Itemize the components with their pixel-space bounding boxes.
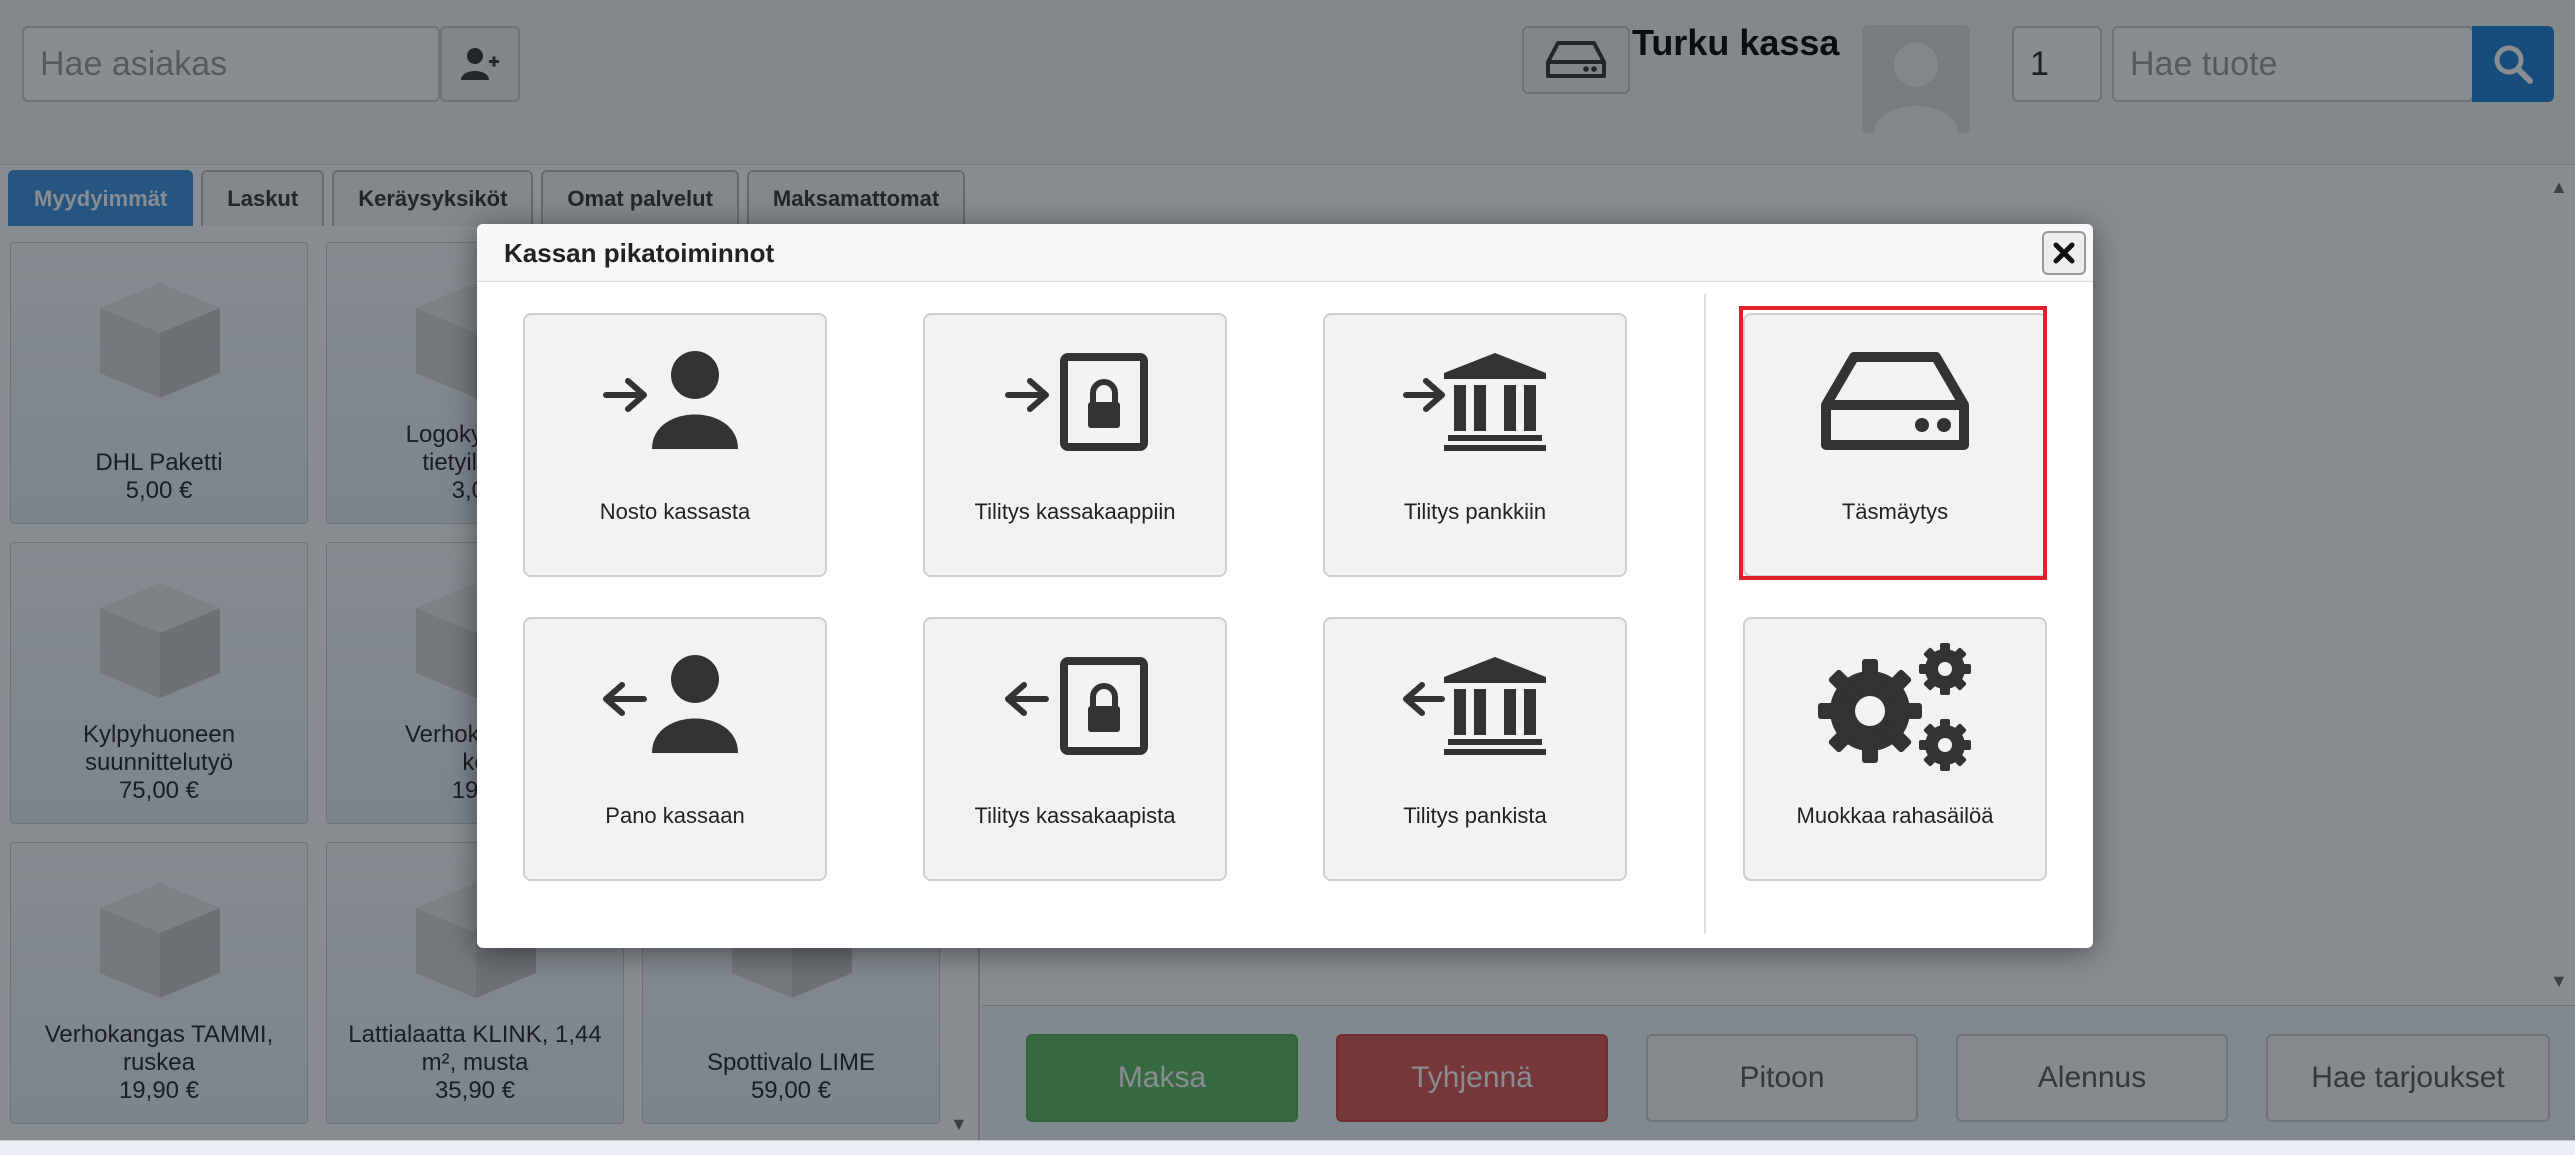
close-button[interactable] [2042,231,2086,275]
transfer-to-safe-button[interactable]: Tilitys kassakaappiin [923,313,1227,577]
transfer-to-bank-button[interactable]: Tilitys pankkiin [1323,313,1627,577]
arrow-bank-in-icon [1403,353,1546,451]
arrow-user-out-icon [603,655,738,753]
modal-divider [1704,294,1706,934]
arrow-bank-out-icon [1403,657,1546,755]
reconcile-button[interactable]: Täsmäytys [1743,313,2047,577]
arrow-safe-out-icon [1005,657,1148,755]
arrow-user-in-icon [603,351,738,449]
modal-header: Kassan pikatoiminnot [477,224,2093,282]
edit-denominations-label: Muokkaa rahasäilöä [1796,803,1994,828]
deposit-cash-label: Pano kassaan [605,803,745,828]
gears-icon [1818,643,1971,771]
transfer-from-safe-label: Tilitys kassakaapista [974,803,1176,828]
footer-strip [0,1140,2575,1155]
transfer-from-bank-label: Tilitys pankista [1403,803,1547,828]
deposit-cash-button[interactable]: Pano kassaan [523,617,827,881]
close-icon [2053,242,2075,264]
edit-denominations-button[interactable]: Muokkaa rahasäilöä [1743,617,2047,881]
transfer-to-bank-label: Tilitys pankkiin [1403,499,1547,524]
quick-actions-modal: Kassan pikatoiminnot Nosto kassasta Tili… [477,224,2093,948]
transfer-to-safe-label: Tilitys kassakaappiin [974,499,1176,524]
hdd-icon [1821,352,1969,450]
transfer-from-safe-button[interactable]: Tilitys kassakaapista [923,617,1227,881]
withdraw-cash-label: Nosto kassasta [599,499,751,524]
reconcile-label: Täsmäytys [1841,499,1949,524]
withdraw-cash-button[interactable]: Nosto kassasta [523,313,827,577]
transfer-from-bank-button[interactable]: Tilitys pankista [1323,617,1627,881]
arrow-safe-in-icon [1005,353,1148,451]
modal-title: Kassan pikatoiminnot [504,238,775,268]
